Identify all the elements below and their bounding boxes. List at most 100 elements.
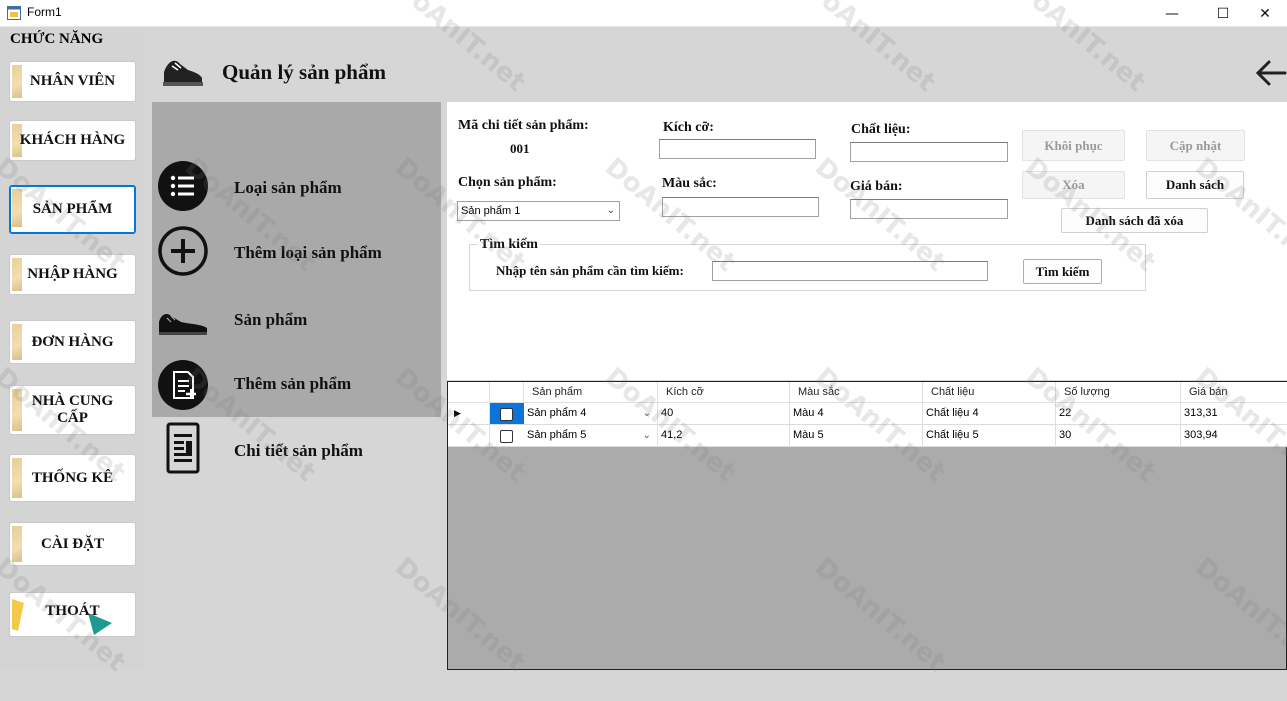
column-header-so-luong[interactable]: Số lượng <box>1056 382 1181 402</box>
column-header-gia-ban[interactable]: Giá bán <box>1181 382 1287 402</box>
ma-chi-tiet-value: 001 <box>510 141 530 156</box>
current-row-indicator-icon: ▶ <box>448 403 490 424</box>
search-group-title: Tìm kiếm <box>478 237 540 253</box>
menu-san-pham-button[interactable]: SẢN PHẨM <box>9 185 136 234</box>
cell-gia-ban[interactable]: 313,31 <box>1181 403 1287 424</box>
table-row[interactable]: ▶ Sản phẩm 4 ⌄ 40 Màu 4 Chất liệu 4 22 3… <box>448 403 1287 425</box>
submenu-label: Chi tiết sản phẩm <box>234 441 363 460</box>
maximize-button[interactable]: ☐ <box>1200 0 1246 27</box>
chon-san-pham-label: Chọn sản phẩm: <box>458 175 557 190</box>
search-button[interactable]: Tìm kiếm <box>1023 259 1102 284</box>
menu-label: NHÂN VIÊN <box>29 73 116 89</box>
menu-label: THỐNG KÊ <box>31 469 114 486</box>
cell-mau-sac[interactable]: Màu 4 <box>790 403 923 424</box>
danh-sach-da-xoa-button[interactable]: Danh sách đã xóa <box>1061 208 1208 233</box>
row-select-cell[interactable] <box>490 403 524 424</box>
menu-khach-hang-button[interactable]: KHÁCH HÀNG <box>9 120 136 161</box>
menu-nha-cung-cap-button[interactable]: NHÀ CUNG CẤP <box>9 385 136 435</box>
mau-sac-input[interactable] <box>662 197 819 217</box>
chat-lieu-label: Chất liệu: <box>851 122 911 137</box>
submenu-label: Loại sản phẩm <box>234 178 342 197</box>
cell-chat-lieu[interactable]: Chất liệu 5 <box>923 425 1056 446</box>
cap-nhat-button[interactable]: Cập nhật <box>1146 130 1245 161</box>
cell-san-pham-value: Sản phẩm 4 <box>527 407 587 419</box>
product-detail-grid: Sản phẩm Kích cỡ Màu sắc Chất liệu Số lư… <box>447 381 1287 670</box>
menu-thong-ke-button[interactable]: THỐNG KÊ <box>9 454 136 502</box>
cell-san-pham[interactable]: Sản phẩm 5 ⌄ <box>524 425 658 446</box>
table-row[interactable]: Sản phẩm 5 ⌄ 41,2 Màu 5 Chất liệu 5 30 3… <box>448 425 1287 447</box>
cell-gia-ban[interactable]: 303,94 <box>1181 425 1287 446</box>
column-header-kich-co[interactable]: Kích cỡ <box>658 382 790 402</box>
menu-deco-icon <box>12 458 22 498</box>
chon-san-pham-value: Sản phẩm 1 <box>461 205 521 217</box>
row-checkbox[interactable] <box>500 430 513 443</box>
cell-chat-lieu[interactable]: Chất liệu 4 <box>923 403 1056 424</box>
row-select-cell[interactable] <box>490 425 524 446</box>
menu-thoat-button[interactable]: THOÁT <box>9 592 136 637</box>
checkbox-column-header[interactable] <box>490 382 524 402</box>
window-title: Form1 <box>27 5 62 19</box>
row-header-corner <box>448 382 490 402</box>
menu-nhan-vien-button[interactable]: NHÂN VIÊN <box>9 61 136 102</box>
menu-label: THOÁT <box>45 603 100 619</box>
cell-san-pham-value: Sản phẩm 5 <box>527 429 587 441</box>
menu-label: ĐƠN HÀNG <box>31 333 114 350</box>
row-checkbox[interactable] <box>500 408 513 421</box>
menu-label: KHÁCH HÀNG <box>19 132 126 148</box>
menu-deco-icon <box>12 258 22 291</box>
column-header-san-pham[interactable]: Sản phẩm <box>524 382 658 402</box>
add-document-icon <box>158 360 208 410</box>
row-header[interactable] <box>448 425 490 446</box>
submenu-them-san-pham[interactable]: Thêm sản phẩm <box>152 356 441 416</box>
cell-mau-sac[interactable]: Màu 5 <box>790 425 923 446</box>
menu-label: NHÀ CUNG CẤP <box>31 393 114 426</box>
app-icon <box>7 6 21 20</box>
xoa-button[interactable]: Xóa <box>1022 171 1125 199</box>
menu-heading: CHỨC NĂNG <box>10 31 104 47</box>
search-label: Nhập tên sản phẩm cần tìm kiếm: <box>496 263 684 278</box>
cell-san-pham[interactable]: Sản phẩm 4 ⌄ <box>524 403 658 424</box>
submenu-label: Thêm loại sản phẩm <box>234 243 382 262</box>
danh-sach-button[interactable]: Danh sách <box>1146 171 1244 199</box>
gia-ban-label: Giá bán: <box>850 179 903 194</box>
menu-deco-icon <box>12 526 22 562</box>
grid-header-row: Sản phẩm Kích cỡ Màu sắc Chất liệu Số lư… <box>448 382 1287 403</box>
menu-don-hang-button[interactable]: ĐƠN HÀNG <box>9 320 136 364</box>
menu-deco-icon <box>12 189 22 227</box>
menu-cai-dat-button[interactable]: CÀI ĐẶT <box>9 522 136 566</box>
menu-deco-icon <box>12 324 22 360</box>
minimize-button[interactable]: — <box>1149 0 1195 27</box>
back-arrow-icon[interactable] <box>1255 56 1287 90</box>
column-header-mau-sac[interactable]: Màu sắc <box>790 382 923 402</box>
chat-lieu-input[interactable] <box>850 142 1008 162</box>
sneaker-icon <box>159 314 207 335</box>
kich-co-input[interactable] <box>659 139 816 159</box>
cell-so-luong[interactable]: 30 <box>1056 425 1181 446</box>
submenu-san-pham[interactable]: Sản phẩm <box>152 292 441 352</box>
title-bar: Form1 — ☐ ✕ <box>0 0 1287 27</box>
chevron-down-icon: ⌄ <box>642 408 651 419</box>
sneaker-icon <box>163 60 203 86</box>
submenu-chi-tiet-san-pham[interactable]: Chi tiết sản phẩm <box>152 421 441 481</box>
cell-kich-co[interactable]: 40 <box>658 403 790 424</box>
gia-ban-input[interactable] <box>850 199 1008 219</box>
menu-label: NHẬP HÀNG <box>27 266 118 282</box>
chevron-down-icon: ⌄ <box>642 430 651 441</box>
submenu-label: Thêm sản phẩm <box>234 374 352 393</box>
search-input[interactable] <box>712 261 988 281</box>
column-header-chat-lieu[interactable]: Chất liệu <box>923 382 1056 402</box>
cell-so-luong[interactable]: 22 <box>1056 403 1181 424</box>
submenu-them-loai-san-pham[interactable]: Thêm loại sản phẩm <box>152 223 441 283</box>
chon-san-pham-select[interactable]: Sản phẩm 1 ⌄ <box>457 201 620 221</box>
menu-nhap-hang-button[interactable]: NHẬP HÀNG <box>9 254 136 295</box>
submenu-loai-san-pham[interactable]: Loại sản phẩm <box>152 158 441 218</box>
cell-kich-co[interactable]: 41,2 <box>658 425 790 446</box>
page-title: Quản lý sản phẩm <box>222 60 386 84</box>
menu-label: CÀI ĐẶT <box>41 535 104 552</box>
khoi-phuc-button[interactable]: Khôi phục <box>1022 130 1125 161</box>
kich-co-label: Kích cỡ: <box>663 120 714 135</box>
menu-deco-icon <box>12 389 22 431</box>
left-menu: CHỨC NĂNG NHÂN VIÊN KHÁCH HÀNG SẢN PHẨM … <box>0 28 143 670</box>
document-icon <box>166 422 200 474</box>
close-button[interactable]: ✕ <box>1242 0 1287 27</box>
